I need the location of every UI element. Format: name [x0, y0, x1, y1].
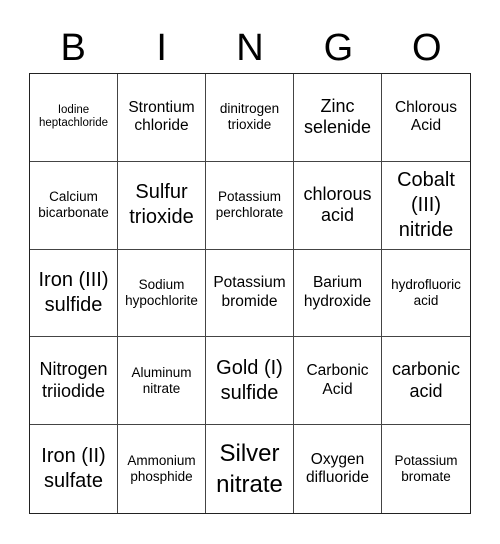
header-letter-o: O: [412, 27, 442, 69]
bingo-cell[interactable]: Iron (II) sulfate: [30, 425, 118, 513]
bingo-cell[interactable]: Silver nitrate: [206, 425, 294, 513]
bingo-cell-text: Gold (I) sulfide: [216, 356, 283, 404]
bingo-cell[interactable]: Iodine heptachloride: [30, 74, 118, 162]
bingo-cell-text: Iron (II) sulfate: [41, 445, 106, 493]
header-letter-g: G: [323, 27, 354, 69]
bingo-cell[interactable]: Cobalt (III) nitride: [382, 162, 470, 250]
bingo-cell-text: carbonic acid: [391, 359, 461, 401]
bingo-cell-text: Oxygen difluoride: [306, 450, 369, 487]
bingo-cell-text: Calcium bicarbonate: [38, 189, 109, 221]
bingo-cell-text: chlorous acid: [303, 183, 372, 226]
bingo-cell[interactable]: Ammonium phosphide: [118, 425, 206, 513]
header-letter-b: B: [60, 27, 86, 69]
bingo-cell[interactable]: chlorous acid: [294, 161, 382, 250]
bingo-cell[interactable]: Iron (III) sulfide: [30, 249, 118, 338]
bingo-cell[interactable]: Zinc selenide: [294, 74, 382, 162]
bingo-grid: Iodine heptachloride Strontium chloride di…: [29, 73, 471, 514]
bingo-cell-text: Potassium bromate: [394, 452, 458, 485]
bingo-cell[interactable]: Sulfur trioxide: [118, 161, 206, 250]
bingo-cell-text: Sulfur trioxide: [129, 181, 194, 229]
bingo-cell[interactable]: Sodium hypochlorite: [118, 249, 206, 338]
bingo-cell[interactable]: Potassium bromide: [206, 249, 294, 338]
bingo-cell[interactable]: dinitrogen trioxide: [206, 74, 294, 162]
bingo-cell-text: Ammonium phosphide: [127, 452, 196, 485]
bingo-cell-text: Sodium hypochlorite: [125, 276, 198, 308]
bingo-cell-text: Potassium bromide: [213, 274, 286, 310]
bingo-cell[interactable]: Strontium chloride: [118, 74, 206, 162]
bingo-cell-text: Iron (III) sulfide: [38, 268, 109, 316]
bingo-header: B I N G O: [29, 22, 471, 74]
bingo-cell-text: Potassium perchlorate: [215, 189, 284, 221]
bingo-cell-text: Cobalt (III) nitride: [397, 168, 455, 241]
bingo-cell[interactable]: Chlorous Acid: [382, 74, 470, 162]
header-letter-n: N: [236, 27, 264, 69]
bingo-cell[interactable]: Potassium perchlorate: [206, 161, 294, 250]
bingo-cell-text: Barium hydroxide: [303, 274, 372, 310]
bingo-cell[interactable]: hydrofluoric acid: [382, 250, 470, 338]
bingo-cell-text: Silver nitrate: [216, 439, 283, 499]
bingo-cell[interactable]: Nitrogen triiodide: [30, 337, 118, 426]
bingo-cell-text: Chlorous Acid: [394, 98, 458, 135]
bingo-cell-text: Zinc selenide: [303, 95, 372, 138]
bingo-cell[interactable]: carbonic acid: [382, 337, 470, 426]
bingo-cell[interactable]: Oxygen difluoride: [294, 425, 382, 513]
bingo-cell[interactable]: Carbonic Acid: [294, 337, 382, 426]
bingo-cell-text: Iodine heptachloride: [38, 103, 109, 130]
header-letter-i: I: [156, 27, 167, 69]
bingo-cell[interactable]: Barium hydroxide: [294, 249, 382, 338]
bingo-cell[interactable]: Gold (I) sulfide: [206, 337, 294, 426]
bingo-cell-text: Carbonic Acid: [306, 362, 369, 398]
bingo-cell[interactable]: Calcium bicarbonate: [30, 161, 118, 250]
bingo-cell-text: Nitrogen triiodide: [39, 359, 108, 401]
bingo-cell-text: Aluminum nitrate: [131, 364, 192, 396]
bingo-cell-text: hydrofluoric acid: [391, 276, 461, 308]
bingo-cell[interactable]: Potassium bromate: [382, 425, 470, 513]
bingo-cell-text: dinitrogen trioxide: [219, 101, 280, 133]
bingo-cell[interactable]: Aluminum nitrate: [118, 337, 206, 426]
bingo-cell-text: Strontium chloride: [128, 98, 195, 135]
